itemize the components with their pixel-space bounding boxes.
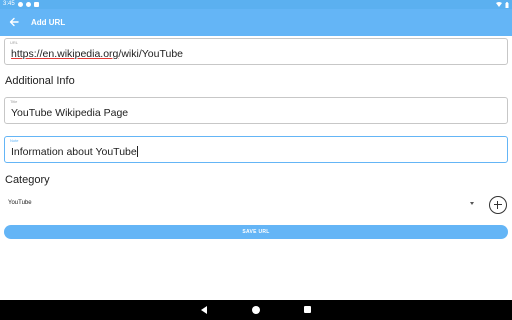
- recents-icon[interactable]: [304, 306, 311, 313]
- home-icon[interactable]: [252, 306, 260, 314]
- note-field-text: Information about YouTube: [11, 146, 137, 158]
- status-right: [496, 0, 509, 9]
- save-url-button[interactable]: SAVE URL: [4, 225, 508, 239]
- url-scheme: https://: [11, 48, 43, 60]
- note-field-value[interactable]: Information about YouTube: [11, 146, 138, 158]
- category-selected-value: YouTube: [8, 200, 32, 206]
- category-dropdown[interactable]: YouTube: [4, 196, 478, 214]
- additional-info-heading: Additional Info: [5, 75, 75, 87]
- chevron-down-icon: [470, 202, 474, 205]
- url-field-value[interactable]: https://en.wikipedia.org/wiki/YouTube: [11, 48, 183, 60]
- sim-icon: [33, 2, 39, 7]
- text-cursor: [136, 146, 138, 157]
- title-field[interactable]: Title YouTube Wikipedia Page: [4, 97, 508, 124]
- category-heading: Category: [5, 174, 50, 186]
- page-title: Add URL: [31, 18, 66, 27]
- status-time: 3:45: [3, 1, 15, 7]
- url-field-label: URL: [10, 40, 19, 45]
- note-field-label: Note: [10, 138, 19, 143]
- add-category-button[interactable]: [489, 196, 507, 214]
- gmail-icon: [17, 2, 23, 7]
- url-path: /wiki/YouTube: [118, 48, 184, 60]
- url-field[interactable]: URL https://en.wikipedia.org/wiki/YouTub…: [4, 38, 508, 65]
- battery-icon: [505, 1, 509, 8]
- wifi-icon: [496, 2, 502, 7]
- back-icon[interactable]: [201, 306, 207, 314]
- note-field[interactable]: Note Information about YouTube: [4, 136, 508, 163]
- system-nav-bar: [0, 300, 512, 320]
- app-bar: Add URL: [0, 9, 512, 36]
- back-button[interactable]: [6, 14, 22, 30]
- arrow-back-icon: [9, 17, 19, 27]
- title-field-label: Title: [10, 99, 18, 104]
- status-bar: 3:45: [0, 0, 512, 9]
- status-left: 3:45: [3, 0, 39, 9]
- cloud-icon: [25, 2, 31, 7]
- url-host: en.wikipedia.org: [42, 48, 119, 60]
- title-field-value[interactable]: YouTube Wikipedia Page: [11, 107, 128, 119]
